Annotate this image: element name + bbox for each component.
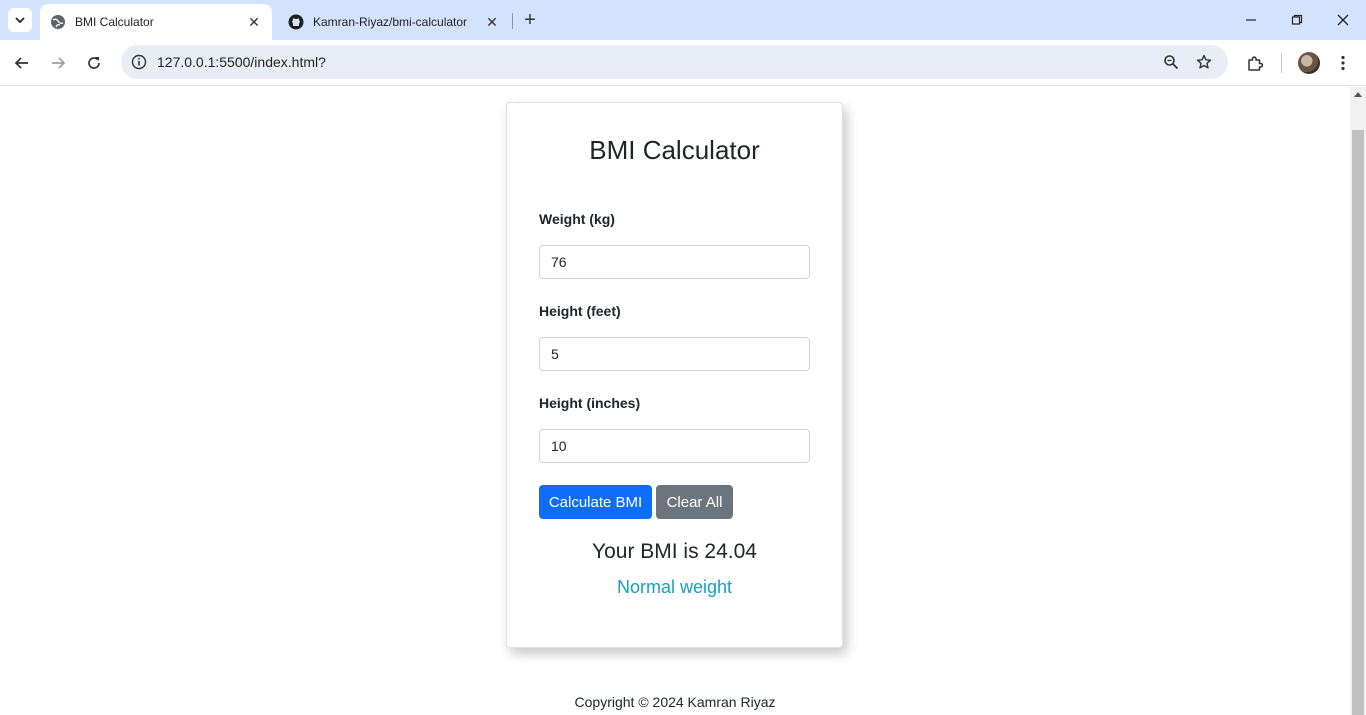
scroll-up-arrow-icon[interactable]	[1354, 92, 1362, 97]
extensions-icon[interactable]	[1243, 51, 1267, 75]
tab-title: BMI Calculator	[75, 15, 154, 29]
github-icon	[288, 14, 304, 30]
weight-input[interactable]: 76	[539, 245, 810, 279]
bookmark-star-icon[interactable]	[1194, 52, 1214, 72]
tab-github[interactable]: Kamran-Riyaz/bmi-calculator ✕	[278, 4, 510, 40]
weight-label: Weight (kg)	[539, 211, 615, 227]
page-viewport: BMI Calculator Weight (kg) 76 Height (fe…	[0, 87, 1366, 715]
more-menu-icon[interactable]	[1331, 51, 1355, 75]
tab-title: Kamran-Riyaz/bmi-calculator	[313, 15, 468, 29]
forward-icon[interactable]	[46, 51, 70, 75]
height-feet-input[interactable]: 5	[539, 337, 810, 371]
bmi-result: Your BMI is 24.04	[592, 540, 757, 563]
tab-search-button[interactable]	[8, 8, 32, 32]
globe-icon	[50, 14, 66, 30]
vertical-scrollbar[interactable]	[1350, 87, 1366, 715]
footer-copyright: Copyright © 2024 Kamran Riyaz	[574, 694, 776, 710]
close-tab-icon[interactable]: ✕	[246, 14, 262, 30]
toolbar-separator	[1281, 53, 1282, 73]
restore-icon[interactable]	[1285, 8, 1309, 32]
height-inches-input[interactable]: 10	[539, 429, 810, 463]
browser-toolbar: 127.0.0.1:5500/index.html?	[0, 40, 1366, 86]
minimize-icon[interactable]	[1239, 8, 1263, 32]
back-icon[interactable]	[10, 51, 34, 75]
tab-strip: BMI Calculator ✕ Kamran-Riyaz/bmi-calcul…	[0, 0, 1366, 40]
url-text: 127.0.0.1:5500/index.html?	[157, 54, 326, 70]
reload-icon[interactable]	[82, 51, 106, 75]
tab-bmi-calculator[interactable]: BMI Calculator ✕	[40, 4, 272, 40]
new-tab-button[interactable]: +	[520, 10, 540, 30]
bmi-category: Normal weight	[616, 577, 733, 597]
address-bar[interactable]: 127.0.0.1:5500/index.html?	[121, 45, 1228, 79]
tab-separator	[512, 13, 513, 29]
page-title: BMI Calculator	[589, 135, 760, 165]
close-window-icon[interactable]	[1331, 8, 1355, 32]
site-info-icon[interactable]	[129, 52, 149, 72]
close-tab-icon[interactable]: ✕	[484, 14, 500, 30]
calculate-bmi-button[interactable]: Calculate BMI	[539, 485, 652, 519]
chevron-down-icon	[15, 17, 25, 24]
clear-all-button[interactable]: Clear All	[656, 485, 733, 519]
scroll-thumb[interactable]	[1352, 130, 1364, 715]
bmi-card: BMI Calculator Weight (kg) 76 Height (fe…	[506, 102, 843, 648]
zoom-icon[interactable]	[1161, 52, 1181, 72]
height-feet-label: Height (feet)	[539, 303, 621, 319]
height-inches-label: Height (inches)	[539, 395, 641, 411]
profile-avatar[interactable]	[1298, 52, 1320, 74]
